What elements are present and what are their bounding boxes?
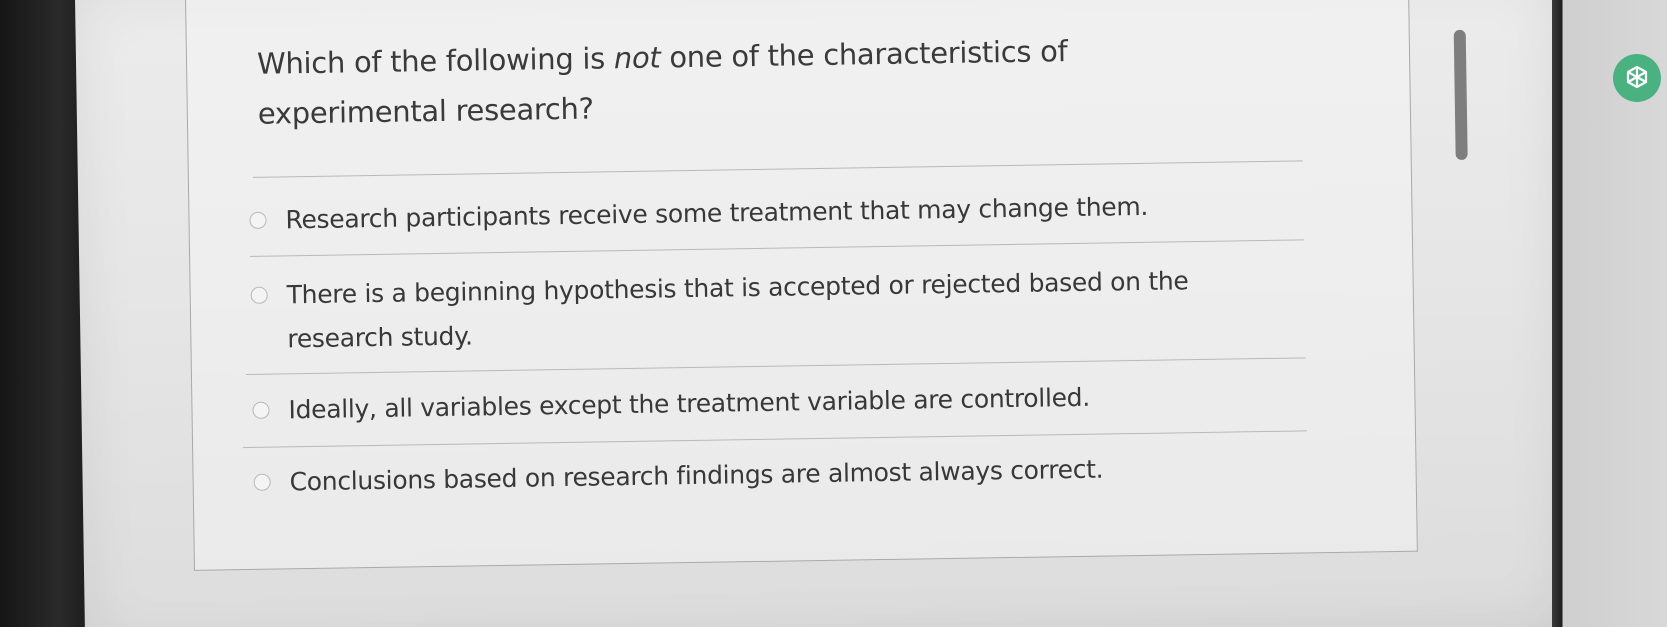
answer-option[interactable]: Ideally, all variables except the treatm… [252,373,1283,433]
answer-label: Conclusions based on research findings a… [289,454,1104,497]
chatgpt-icon[interactable] [1613,54,1661,102]
question-prefix: Which of the following is [256,41,615,81]
chatgpt-knot-icon [1626,65,1648,89]
question-card: Which of the following is not one of the… [185,0,1418,571]
radio-button[interactable] [250,286,268,304]
question-emphasis: not [613,40,661,76]
answer-option[interactable]: Conclusions based on research findings a… [253,445,1284,505]
answer-option[interactable]: There is a beginning hypothesis that is … [250,258,1241,362]
scrollbar[interactable] [1451,29,1474,190]
answer-label: There is a beginning hypothesis that is … [286,266,1189,354]
radio-button[interactable] [253,473,271,491]
answer-option[interactable]: Research participants receive some treat… [249,183,1280,243]
divider [245,357,1306,376]
divider [250,239,1304,257]
answer-label: Ideally, all variables except the treatm… [288,382,1091,425]
divider [252,160,1303,178]
radio-button[interactable] [252,401,270,419]
browser-viewport: Which of the following is not one of the… [74,0,1566,627]
radio-button[interactable] [249,211,267,229]
answer-label: Research participants receive some treat… [285,191,1149,235]
divider [243,430,1307,449]
question-prompt: Which of the following is not one of the… [257,23,1238,138]
photo-frame: Which of the following is not one of the… [0,0,1667,627]
scrollbar-thumb[interactable] [1453,29,1468,160]
